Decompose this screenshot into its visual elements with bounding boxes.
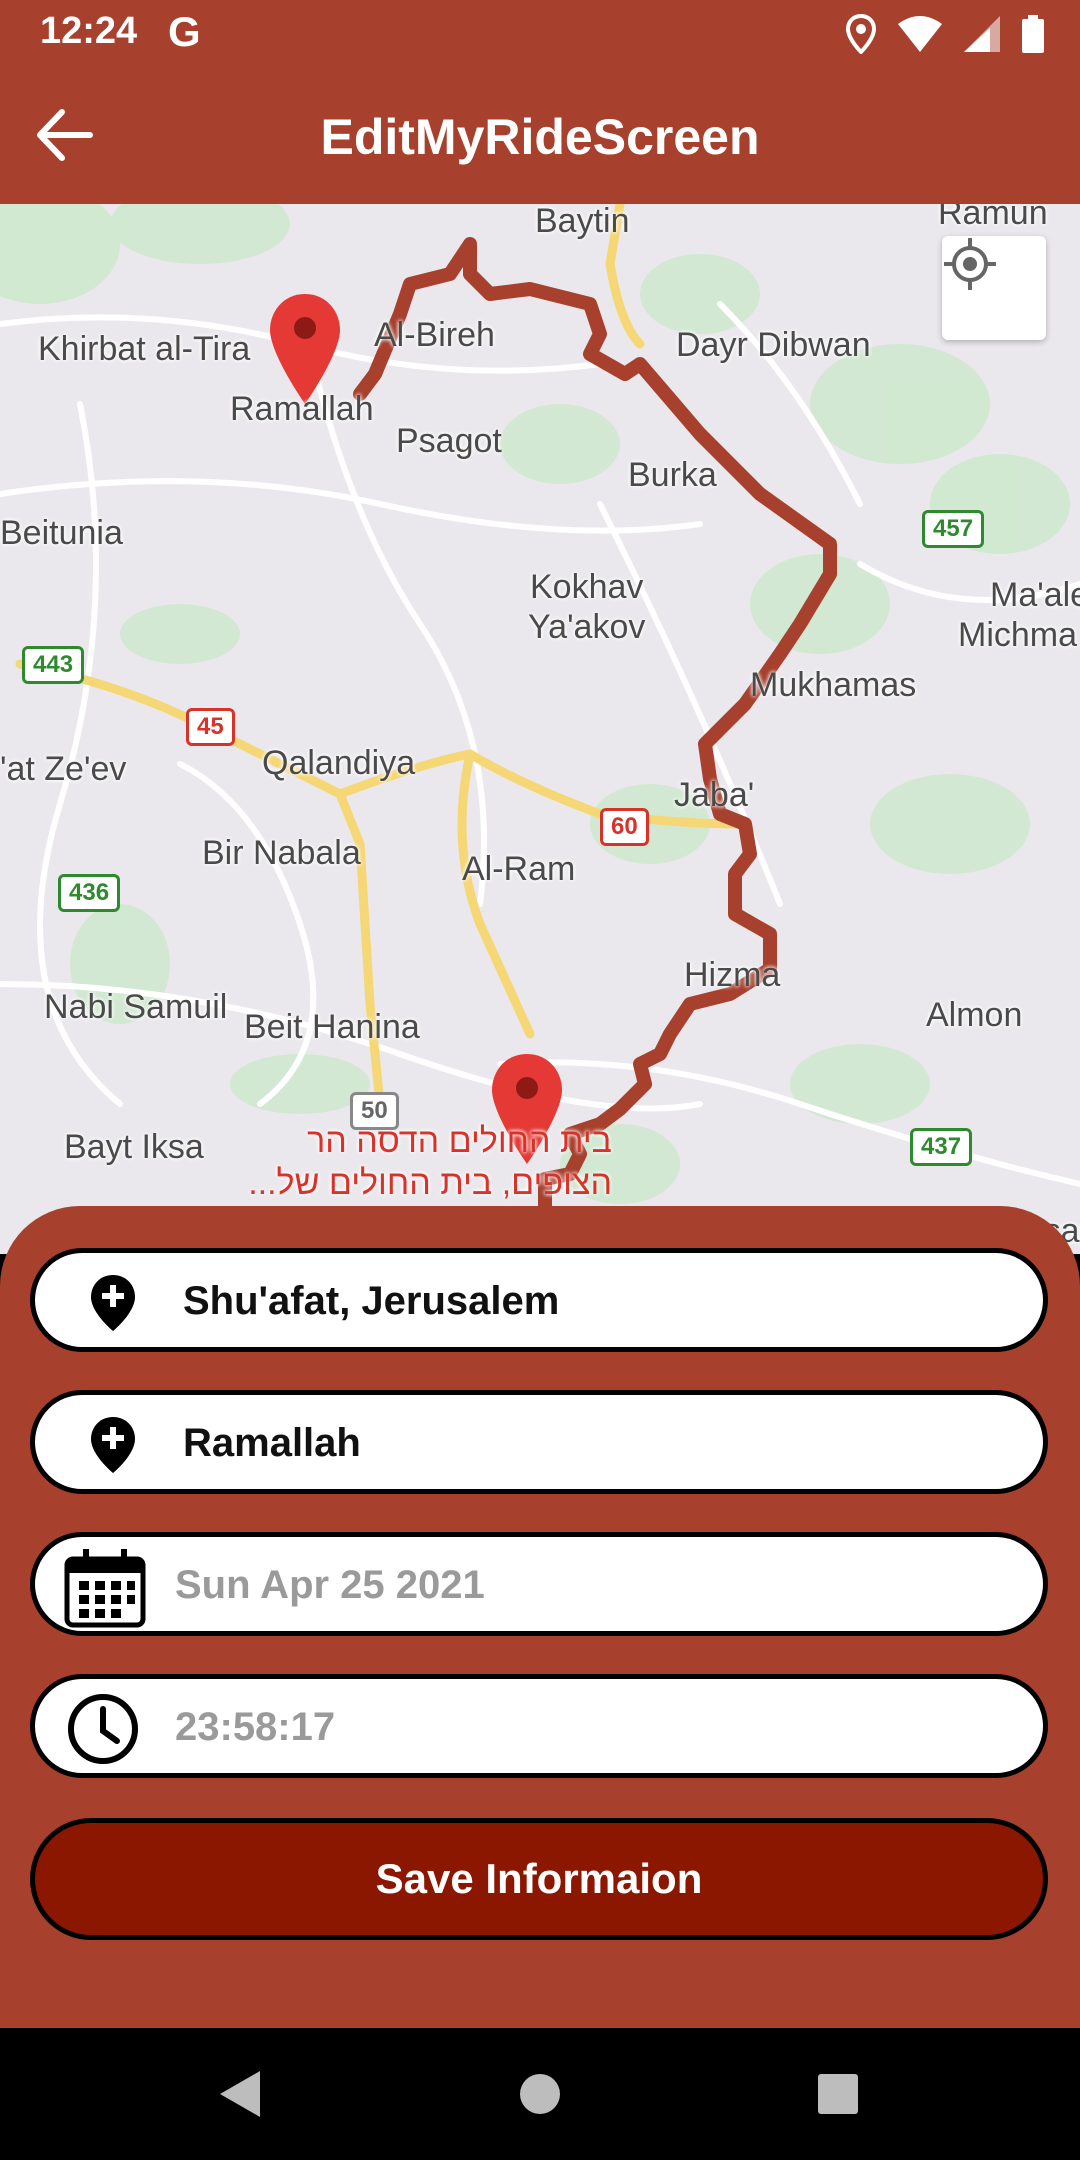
road-shield: 50 xyxy=(350,1092,399,1130)
time-field[interactable]: 23:58:17 xyxy=(30,1674,1048,1778)
map-label: Ramun xyxy=(938,204,1048,232)
system-nav-bar xyxy=(0,2028,1080,2160)
map-label: Hizma xyxy=(684,956,781,994)
google-icon: G xyxy=(168,8,201,55)
map-label: Burka xyxy=(628,456,717,494)
nav-home-button[interactable] xyxy=(504,2058,576,2130)
map-label: Ma'ale xyxy=(990,576,1080,614)
to-location-value: Ramallah xyxy=(183,1421,361,1465)
map-label: Beit Hanina xyxy=(244,1008,420,1046)
road-shield: 457 xyxy=(922,510,985,548)
add-location-icon xyxy=(91,1417,135,1473)
map-label: Michma xyxy=(958,616,1078,654)
from-location-field[interactable]: Shu'afat, Jerusalem xyxy=(30,1248,1048,1352)
map-label: 'at Ze'ev xyxy=(0,750,127,788)
wifi-icon xyxy=(898,16,942,52)
map-label: Ya'akov xyxy=(528,608,646,646)
map-label: Almon xyxy=(926,996,1023,1034)
map-label: Kokhav xyxy=(530,568,644,606)
my-location-icon xyxy=(944,238,996,290)
app-bar: EditMyRideScreen xyxy=(0,66,1080,204)
map-label-hospital: בית החולים הדסה הר xyxy=(307,1122,612,1160)
triangle-back-icon xyxy=(220,2071,260,2117)
map-label: Bir Nabala xyxy=(202,834,361,872)
circle-home-icon xyxy=(520,2074,560,2114)
origin-pin-icon xyxy=(270,294,340,404)
save-information-button[interactable]: Save Informaion xyxy=(30,1818,1048,1940)
road-shield: 45 xyxy=(186,708,235,746)
clock-icon xyxy=(68,1694,138,1764)
map-label: Jaba' xyxy=(674,776,755,814)
signal-icon xyxy=(964,16,1000,52)
map-label: Khirbat al-Tira xyxy=(38,330,251,368)
add-location-icon xyxy=(91,1275,135,1331)
map-view[interactable]: Baytin Ramun Khirbat al-Tira Al-Bireh Da… xyxy=(0,204,1080,1254)
map-label: Bayt Iksa xyxy=(64,1128,204,1166)
calendar-icon xyxy=(64,1549,146,1628)
road-shield: 436 xyxy=(58,874,121,912)
map-label: Psagot xyxy=(396,422,502,460)
time-value: 23:58:17 xyxy=(175,1705,336,1749)
square-recents-icon xyxy=(818,2074,858,2114)
map-label: Dayr Dibwan xyxy=(676,326,871,364)
map-label-hospital: הצופים, בית החולים של... xyxy=(248,1164,612,1202)
map-label: Mukhamas xyxy=(750,666,917,704)
map-label: Al-Bireh xyxy=(374,316,495,354)
map-label: Baytin xyxy=(535,204,630,240)
road-shield: 443 xyxy=(22,646,85,684)
status-time: 12:24 xyxy=(40,10,138,52)
status-bar: 12:24 G xyxy=(0,0,1080,66)
status-icons xyxy=(846,12,1044,56)
road-shield: 60 xyxy=(600,808,649,846)
date-value: Sun Apr 25 2021 xyxy=(175,1563,485,1607)
date-field[interactable]: Sun Apr 25 2021 xyxy=(30,1532,1048,1636)
map-label: Al-Ram xyxy=(462,850,576,888)
map-label: Ramallah xyxy=(230,390,374,428)
road-shield: 437 xyxy=(910,1128,973,1166)
nav-recents-button[interactable] xyxy=(802,2058,874,2130)
map-label: Beitunia xyxy=(0,514,123,552)
page-title: EditMyRideScreen xyxy=(320,109,760,165)
map-label: Nabi Samuil xyxy=(44,988,228,1026)
to-location-field[interactable]: Ramallah xyxy=(30,1390,1048,1494)
location-icon xyxy=(846,14,876,54)
battery-icon xyxy=(1022,15,1044,53)
my-location-button[interactable] xyxy=(942,236,1046,340)
nav-back-button[interactable] xyxy=(204,2058,276,2130)
map-label: Qalandiya xyxy=(262,744,416,782)
from-location-value: Shu'afat, Jerusalem xyxy=(183,1279,560,1323)
